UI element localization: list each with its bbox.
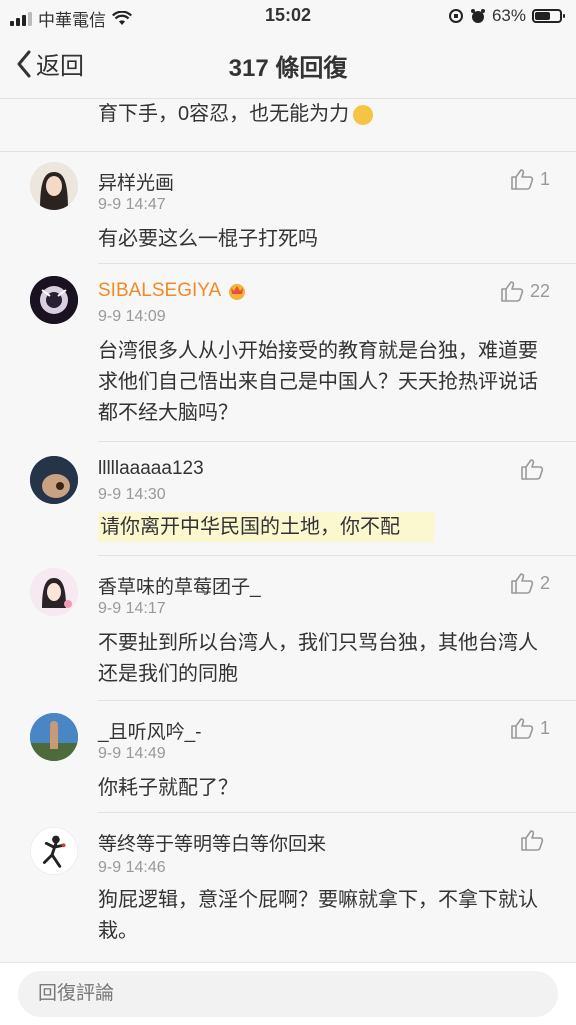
thumbs-up-icon [521,830,544,851]
nav-bar: 返回 317 條回復 [0,32,576,99]
like-button[interactable] [520,829,550,851]
thumbs-up-icon [521,459,544,480]
avatar[interactable] [30,827,78,875]
page-title: 317 條回復 [228,55,348,82]
comment-item[interactable]: 异样光画 9-9 14:47 有必要这么一棍子打死吗 1 [0,152,576,264]
comment-list[interactable]: 育下手，0容忍，也无能为力 异样光画 9-9 14:47 有必要这么一棍子打死吗… [0,99,576,962]
like-count: 2 [539,572,550,593]
comment-time: 9-9 14:49 [98,745,166,762]
back-button[interactable]: 返回 [16,46,84,81]
comment-text: 你耗子就配了？ [98,777,238,799]
avatar[interactable] [30,162,78,210]
username-text: SIBALSEGIYA [98,280,222,301]
username[interactable]: 香草味的草莓团子_ [98,572,261,599]
rotation-lock-icon [448,9,463,23]
comment-text: 不要扯到所以台湾人，我们只骂台独，其他台湾人还是我们的同胞 [98,632,538,685]
username[interactable]: lllllaaaaa123 [98,458,204,480]
status-bar: 中華電信 15:02 63% [0,0,576,32]
like-button[interactable]: 22 [500,280,550,302]
battery-percent: 63% [491,6,526,25]
battery-icon [532,9,565,23]
username[interactable]: 异样光画 [98,168,174,195]
like-button[interactable]: 2 [510,572,550,594]
avatar[interactable] [30,276,78,324]
vip-badge-icon [229,283,246,300]
comment-text: 请你离开中华民国的土地，你不配 [98,512,548,543]
username[interactable]: SIBALSEGIYA [98,280,247,302]
back-label: 返回 [36,53,84,80]
comment-time: 9-9 14:47 [98,196,166,213]
alarm-icon [470,9,485,23]
like-button[interactable] [520,458,550,480]
like-button[interactable]: 1 [510,168,550,190]
thumbs-up-icon [501,281,524,302]
comment-time: 9-9 14:17 [98,600,166,617]
comment-item[interactable]: lllllaaaaa123 9-9 14:30 请你离开中华民国的土地，你不配 [0,442,576,556]
status-right: 63% [448,6,565,26]
comment-text: 台湾很多人从小开始接受的教育就是台独，难道要求他们自己悟出来自己是中国人？天天抢… [98,340,538,424]
reply-bar: 回復評論 [0,962,576,1025]
like-count: 1 [539,717,550,738]
thumbs-up-icon [511,573,534,594]
partial-comment-text: 育下手，0容忍，也无能为力 [98,103,350,125]
comment-text-highlight: 请你离开中华民国的土地，你不配 [98,512,434,542]
like-count: 22 [529,280,550,301]
comment-time: 9-9 14:46 [98,859,166,876]
thumbs-up-icon [511,718,534,739]
comment-item[interactable]: SIBALSEGIYA 9-9 14:09 台湾很多人从小开始接受的教育就是台独… [0,264,576,442]
reply-input[interactable]: 回復評論 [18,971,558,1017]
partial-comment: 育下手，0容忍，也无能为力 [98,99,374,129]
avatar[interactable] [30,456,78,504]
comment-time: 9-9 14:30 [98,486,166,503]
like-count: 1 [539,168,550,189]
avatar[interactable] [30,568,78,616]
comment-item[interactable]: _且听风吟_- 9-9 14:49 你耗子就配了？ 1 [0,701,576,813]
comment-item[interactable]: 香草味的草莓团子_ 9-9 14:17 不要扯到所以台湾人，我们只骂台独，其他台… [0,556,576,701]
shush-emoji-icon [353,104,374,125]
thumbs-up-icon [511,169,534,190]
comment-time: 9-9 14:09 [98,308,166,325]
like-button[interactable]: 1 [510,717,550,739]
username[interactable]: _且听风吟_- [98,717,201,744]
avatar[interactable] [30,713,78,761]
comment-text: 有必要这么一棍子打死吗 [98,228,318,250]
battery-fill [535,12,550,20]
chevron-left-icon [17,50,31,77]
comment-item[interactable]: 等终等于等明等白等你回来 9-9 14:46 狗屁逻辑，意淫个屁啊？要嘛就拿下，… [0,813,576,962]
comment-text: 狗屁逻辑，意淫个屁啊？要嘛就拿下，不拿下就认栽。 [98,889,538,942]
username[interactable]: 等终等于等明等白等你回来 [98,829,326,856]
